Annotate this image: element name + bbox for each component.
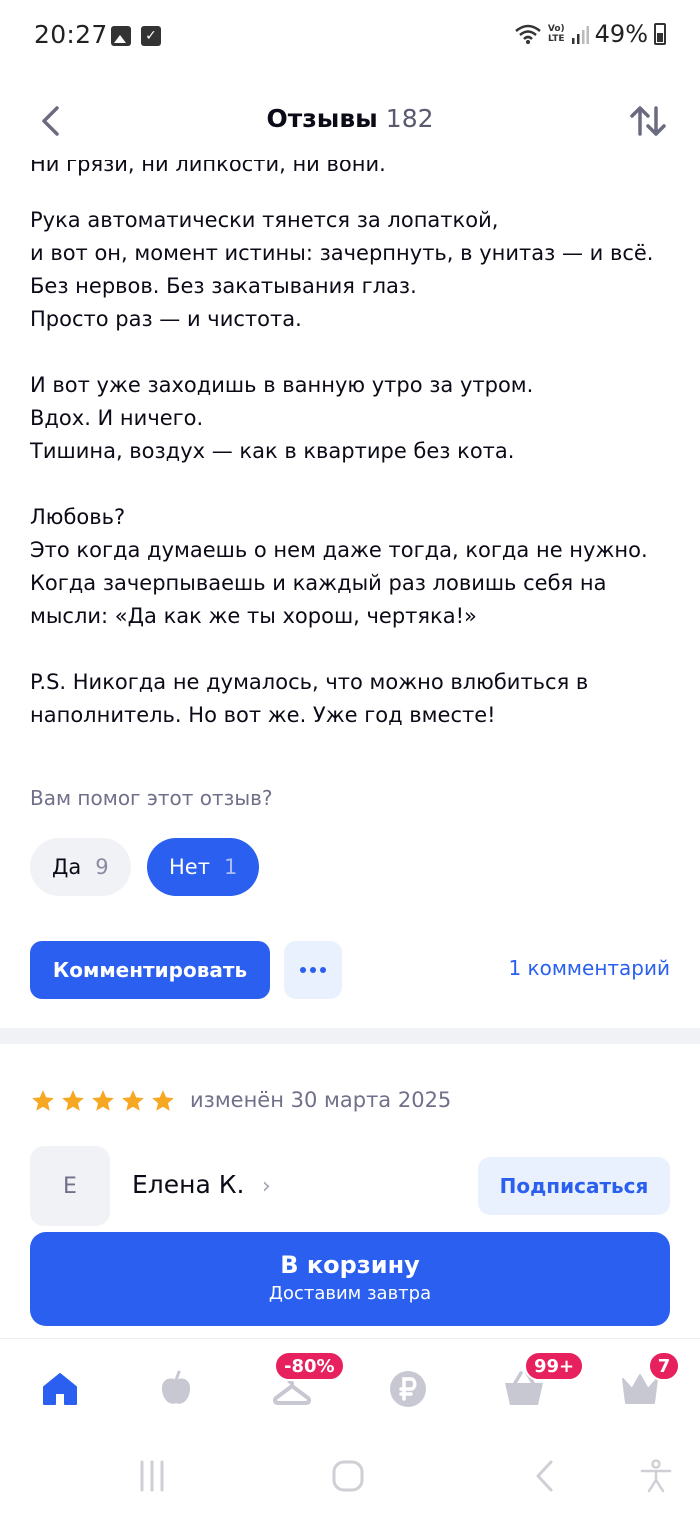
app-header: Отзывы 182	[0, 76, 700, 166]
cart-count-badge: 99+	[524, 1351, 585, 1381]
review-line: Без нервов. Без закатывания глаз.	[30, 274, 417, 298]
review-paragraph: Любовь? Это когда думаешь о нем даже тог…	[30, 501, 680, 633]
review-line: Любовь?	[30, 505, 126, 529]
battery-icon	[654, 23, 666, 45]
vote-no-label: Нет	[169, 855, 210, 879]
review-line: Когда зачерпываешь и каждый раз ловишь с…	[30, 571, 607, 595]
comments-link[interactable]: 1 комментарий	[508, 956, 670, 980]
review-line: и вот он, момент истины: зачерпнуть, в у…	[30, 241, 654, 265]
ruble-icon	[390, 1371, 426, 1407]
vote-no-button[interactable]: Нет 1	[147, 838, 260, 896]
profile-count-badge: 7	[648, 1351, 680, 1381]
vote-no-count: 1	[223, 855, 238, 879]
volte-icon: Vo) LTE	[547, 24, 565, 44]
review-line: наполнитель. Но вот же. Уже год вместе!	[30, 703, 496, 727]
signal-icon	[571, 26, 589, 44]
review-clipped-line: Ни грязи, ни липкости, ни вони.	[30, 160, 386, 176]
review-line: И вот уже заходишь в ванную утро за утро…	[30, 373, 534, 397]
review-line: P.S. Никогда не думалось, что можно влюб…	[30, 670, 589, 694]
chevron-right-icon[interactable]: ›	[262, 1174, 271, 1199]
dot-icon	[320, 967, 326, 973]
review-line: мысли: «Да как же ты хорош, чертяка!»	[30, 604, 477, 628]
star-icon	[152, 1090, 174, 1111]
recent-apps-icon	[140, 1460, 164, 1492]
cart-title: В корзину	[280, 1251, 420, 1279]
helpful-question: Вам помог этот отзыв?	[30, 786, 273, 810]
subscribe-button[interactable]: Подписаться	[478, 1157, 670, 1215]
review-line: Тишина, воздух — как в квартире без кота…	[30, 439, 515, 463]
dot-icon	[310, 967, 316, 973]
page-title-text: Отзывы	[266, 104, 378, 133]
star-icon	[32, 1090, 54, 1111]
more-options-button[interactable]	[284, 941, 342, 999]
star-icon	[62, 1090, 84, 1111]
add-to-cart-button[interactable]: В корзину Доставим завтра	[30, 1232, 670, 1326]
section-divider	[0, 1028, 700, 1044]
home-icon	[43, 1373, 77, 1405]
sale-badge: -80%	[274, 1351, 345, 1381]
back-system-button[interactable]	[524, 1456, 564, 1496]
vote-yes-button[interactable]: Да 9	[30, 838, 131, 896]
rating-stars	[30, 1088, 176, 1114]
status-bar: 20:27 ✓ Vo) LTE 49%	[0, 0, 700, 76]
comment-button[interactable]: Комментировать	[30, 941, 270, 999]
recent-apps-button[interactable]	[132, 1456, 172, 1496]
accessibility-button[interactable]	[636, 1456, 676, 1496]
back-arrow-icon	[536, 1460, 553, 1492]
star-icon	[92, 1090, 114, 1111]
avatar[interactable]: Е	[30, 1146, 110, 1226]
review-line: Рука автоматически тянется за лопаткой,	[30, 208, 499, 232]
wifi-icon	[515, 24, 541, 44]
review-text: Ни грязи, ни липкости, ни вони. Рука авт…	[30, 160, 680, 732]
bottom-navigation: -80% 99+ 7	[0, 1338, 700, 1438]
nav-catalog[interactable]	[146, 1361, 206, 1417]
page-title: Отзывы 182	[0, 104, 700, 133]
vote-yes-label: Да	[52, 855, 82, 879]
check-notification-icon: ✓	[141, 26, 161, 46]
apple-icon	[161, 1370, 191, 1404]
author-name[interactable]: Елена К.	[132, 1170, 244, 1199]
system-navigation	[0, 1438, 700, 1517]
cart-subtitle: Доставим завтра	[268, 1283, 432, 1304]
review-paragraph: P.S. Никогда не думалось, что можно влюб…	[30, 666, 680, 732]
review-line: Вдох. И ничего.	[30, 406, 204, 430]
vote-yes-count: 9	[95, 855, 109, 879]
review-paragraph: Рука автоматически тянется за лопаткой, …	[30, 204, 680, 336]
status-right: Vo) LTE 49%	[514, 20, 666, 48]
home-system-button[interactable]	[328, 1456, 368, 1496]
gallery-notification-icon	[111, 26, 131, 46]
nav-home[interactable]	[30, 1361, 90, 1417]
accessibility-icon	[640, 1459, 672, 1493]
home-circle-icon	[332, 1460, 364, 1492]
star-icon	[122, 1090, 144, 1111]
nav-finance[interactable]	[378, 1361, 438, 1417]
review-line: Это когда думаешь о нем даже тогда, когд…	[30, 538, 648, 562]
review-count: 182	[385, 104, 434, 133]
status-time: 20:27	[34, 20, 108, 49]
review-paragraph: И вот уже заходишь в ванную утро за утро…	[30, 369, 680, 468]
review-line: Просто раз — и чистота.	[30, 307, 302, 331]
battery-percent: 49%	[594, 20, 648, 48]
edited-date: изменён 30 марта 2025	[190, 1088, 452, 1112]
sort-button[interactable]	[626, 98, 670, 144]
sort-arrows-icon	[630, 106, 666, 136]
dot-icon	[300, 967, 306, 973]
